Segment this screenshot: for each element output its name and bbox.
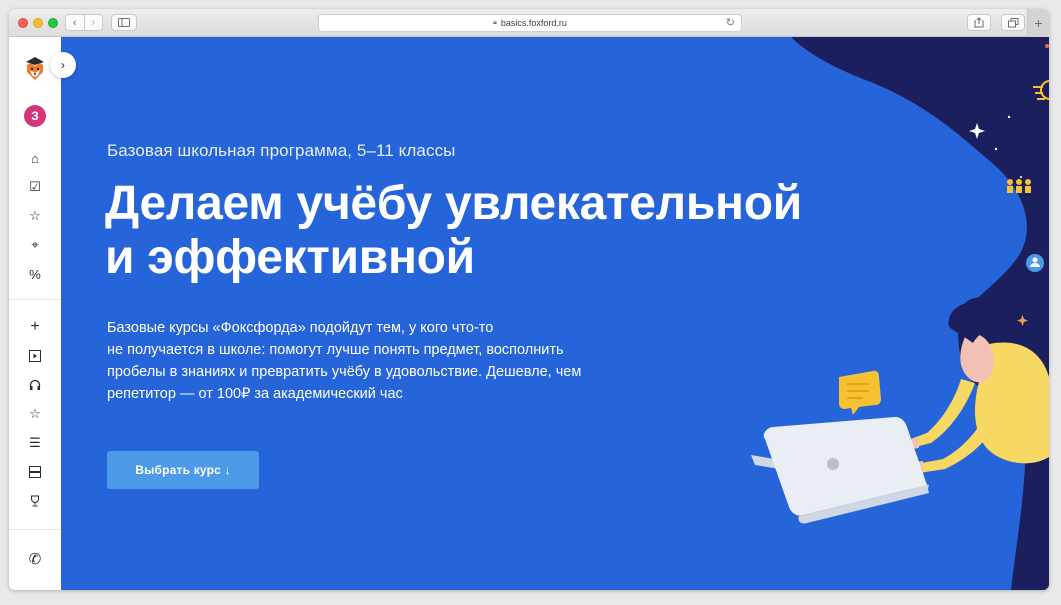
sidebar-divider [9, 529, 61, 530]
percent-icon[interactable]: % [26, 265, 44, 283]
checkbox-icon[interactable]: ☑ [26, 178, 44, 196]
chevron-right-icon: › [61, 58, 65, 72]
phone-icon[interactable]: ✆ [26, 550, 44, 568]
hero-title-line: Делаем учёбу увлекательной [105, 177, 802, 230]
url-text: basics.foxford.ru [500, 18, 567, 28]
sidebar-divider [9, 299, 61, 300]
back-button[interactable]: ‹ [66, 15, 84, 30]
share-icon [974, 17, 984, 28]
hero-description: Базовые курсы «Фоксфорда» подойдут тем, … [107, 317, 607, 405]
hero-illustration [751, 37, 1049, 590]
hero-title-line: и эффективной [105, 231, 475, 284]
star-icon[interactable]: ☆ [26, 207, 44, 225]
hero-title: Делаем учёбу увлекательной и эффективной [105, 177, 845, 285]
description-line: пробелы в знаниях и превратить учёбу в у… [107, 364, 582, 380]
list-icon[interactable]: ☰ [26, 434, 44, 452]
new-tab-button[interactable]: + [1027, 9, 1049, 37]
forward-button[interactable]: › [83, 15, 103, 30]
user-avatar[interactable]: З [24, 105, 46, 127]
browser-titlebar: ‹ › 🔒︎ basics.foxford.ru ↻ + [9, 9, 1049, 37]
headphones-icon[interactable] [26, 376, 44, 394]
reload-icon[interactable]: ↻ [726, 16, 735, 29]
home-icon[interactable]: ⌂ [26, 149, 44, 167]
play-square-icon[interactable] [26, 347, 44, 365]
share-button[interactable] [967, 14, 991, 31]
sidebar: З ⌂ ☑ ☆ ⌖ % + ☆ ☰ ✆ [9, 37, 61, 590]
hero-section: Базовая школьная программа, 5–11 классы … [61, 37, 1049, 590]
description-line: не получается в школе: помогут лучше пон… [107, 342, 564, 358]
address-bar[interactable]: 🔒︎ basics.foxford.ru ↻ [318, 14, 742, 32]
sidebar-toggle-button[interactable] [111, 14, 137, 31]
description-line: репетитор — от 100₽ за академический час [107, 386, 403, 402]
star-outline-icon[interactable]: ☆ [26, 405, 44, 423]
hero-subtitle: Базовая школьная программа, 5–11 классы [107, 141, 456, 160]
foxford-logo[interactable] [24, 56, 46, 82]
tag-icon[interactable]: ⌖ [26, 236, 44, 254]
tabs-overview-button[interactable] [1001, 14, 1025, 31]
browser-window: ‹ › 🔒︎ basics.foxford.ru ↻ + З ⌂ ☑ ☆ ⌖ %… [9, 9, 1049, 590]
trophy-icon[interactable] [26, 492, 44, 510]
choose-course-button[interactable]: Выбрать курс ↓ [107, 451, 259, 489]
lock-icon: 🔒︎ [493, 19, 497, 26]
tabs-icon [1007, 17, 1018, 27]
sidebar-collapse-button[interactable]: › [50, 52, 76, 78]
cards-icon[interactable] [26, 463, 44, 481]
history-nav: ‹ › [65, 14, 103, 31]
plus-icon[interactable]: + [26, 318, 44, 336]
close-window-button[interactable] [18, 18, 28, 28]
minimize-window-button[interactable] [33, 18, 43, 28]
sidebar-icon [118, 18, 130, 27]
description-line: Базовые курсы «Фоксфорда» подойдут тем, … [107, 320, 494, 336]
zoom-window-button[interactable] [48, 18, 58, 28]
